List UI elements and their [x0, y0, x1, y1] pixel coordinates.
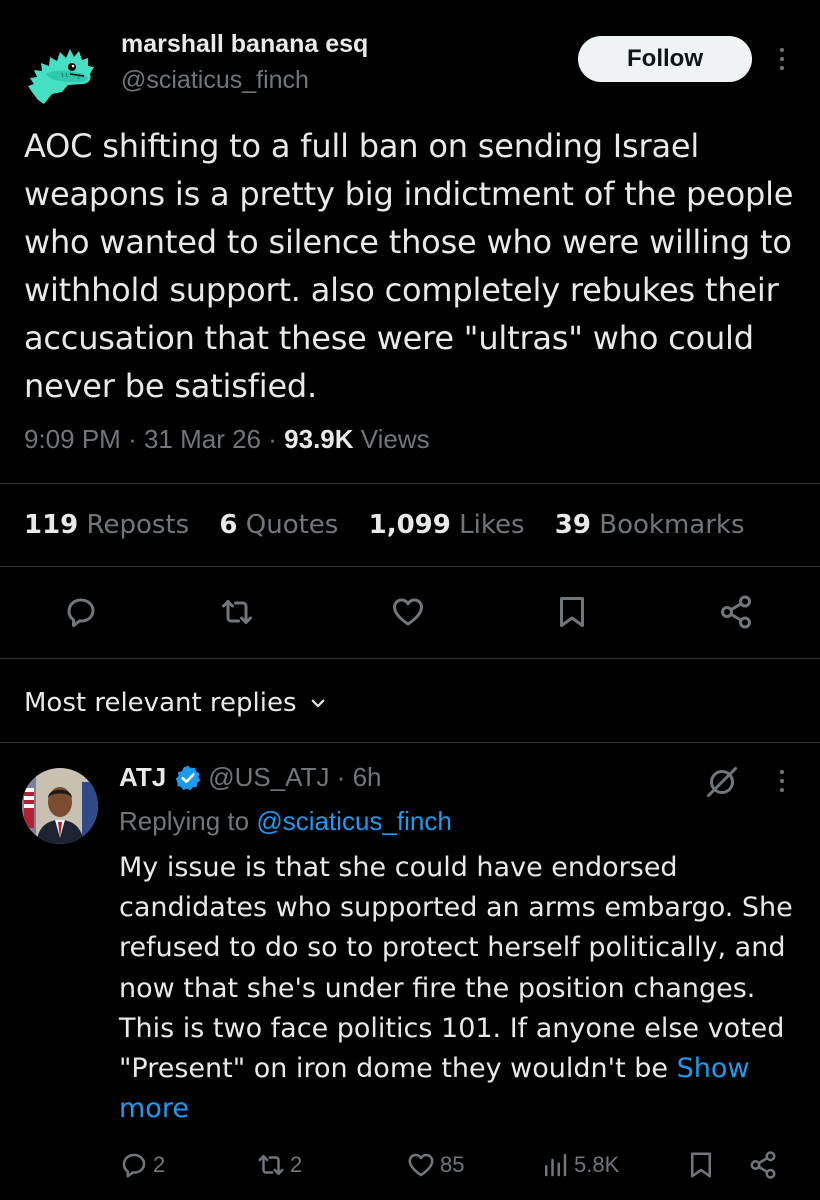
author-name[interactable]: marshall banana esq [121, 30, 368, 59]
dinosaur-avatar-icon [28, 49, 94, 104]
post-text: AOC shifting to a full ban on sending Is… [24, 127, 794, 405]
repost-icon[interactable] [219, 594, 255, 630]
reply-likes-count: 85 [440, 1152, 465, 1177]
views-label: Views [360, 424, 430, 454]
like-icon[interactable] [390, 594, 426, 630]
post-meta: 9:09 PM · 31 Mar 26 · 93.9K Views [24, 424, 430, 455]
reply-author-name[interactable]: ATJ [119, 762, 166, 793]
reply-author-handle[interactable]: @US_ATJ [208, 762, 329, 793]
stat-bookmarks[interactable]: 39 Bookmarks [555, 510, 745, 540]
more-options-icon[interactable] [778, 48, 786, 70]
repost-icon [258, 1155, 284, 1175]
divider [0, 742, 820, 743]
follow-button[interactable]: Follow [578, 36, 752, 82]
post-stats: 119 Reposts 6 Quotes 1,099 Likes 39 Book… [24, 510, 767, 540]
reply-repost-button[interactable]: 2 [256, 1150, 302, 1180]
share-icon [750, 1151, 776, 1179]
author-handle[interactable]: @sciaticus_finch [121, 66, 309, 95]
replying-prefix: Replying to [119, 806, 250, 836]
replies-sort-label: Most relevant replies [24, 688, 297, 718]
post-time[interactable]: 9:09 PM [24, 424, 121, 454]
reply-time[interactable]: 6h [353, 762, 382, 793]
replying-to-line: Replying to @sciaticus_finch [119, 806, 452, 837]
share-icon[interactable] [718, 594, 754, 630]
reply-views-count: 5.8K [574, 1152, 620, 1177]
reply-share-button[interactable] [748, 1150, 778, 1180]
meta-separator: · [329, 762, 353, 792]
reply-reposts-count: 2 [290, 1152, 303, 1177]
reply-reply-button[interactable]: 2 [119, 1150, 165, 1180]
grok-icon[interactable] [704, 764, 740, 800]
reply-icon [122, 1153, 146, 1178]
verified-badge-icon[interactable] [174, 764, 202, 792]
like-icon [408, 1153, 434, 1177]
views-count: 93.9K [284, 424, 354, 454]
reply-replies-count: 2 [153, 1152, 166, 1177]
stat-likes[interactable]: 1,099 Likes [369, 510, 525, 540]
author-avatar[interactable] [22, 30, 102, 110]
stat-reposts[interactable]: 119 Reposts [24, 510, 189, 540]
reply-text: My issue is that she could have endorsed… [119, 848, 799, 1129]
divider [0, 483, 820, 484]
meta-separator: · [268, 424, 285, 454]
reply-bookmark-button[interactable] [686, 1150, 716, 1180]
bookmark-icon [691, 1152, 711, 1178]
bookmark-icon[interactable] [554, 594, 590, 630]
views-chart-icon [545, 1153, 567, 1177]
reply-views-button[interactable]: 5.8K [540, 1150, 619, 1180]
divider [0, 566, 820, 567]
divider [0, 658, 820, 659]
meta-separator: · [128, 424, 144, 454]
stat-quotes[interactable]: 6 Quotes [219, 510, 338, 540]
reply-like-button[interactable]: 85 [406, 1150, 464, 1180]
reply-icon[interactable] [63, 594, 99, 630]
reply-item[interactable]: ATJ @US_ATJ · 6h Replying to @sciaticus_… [0, 744, 820, 1200]
person-photo-icon [22, 768, 98, 844]
reply-more-options-icon[interactable] [778, 770, 786, 792]
post-date[interactable]: 31 Mar 26 [144, 424, 261, 454]
reply-author-avatar[interactable] [22, 768, 98, 844]
replying-to-link[interactable]: @sciaticus_finch [256, 806, 451, 836]
reply-header: ATJ @US_ATJ · 6h [119, 762, 382, 793]
reply-body: My issue is that she could have endorsed… [119, 852, 793, 1085]
chevron-down-icon [311, 699, 324, 708]
replies-sort-dropdown[interactable]: Most relevant replies [24, 688, 327, 718]
